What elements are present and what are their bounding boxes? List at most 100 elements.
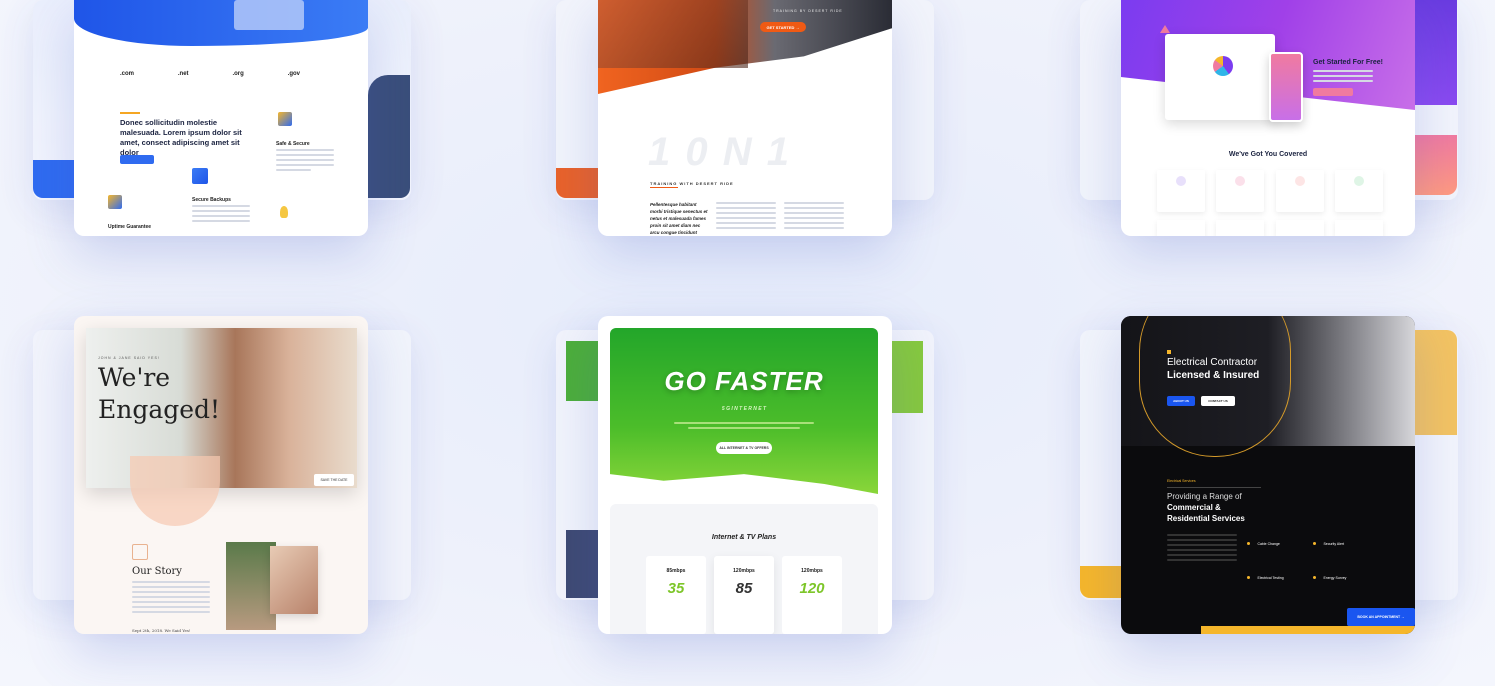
electric-bold-line: Commercial & [1167, 503, 1221, 512]
ghost-accent [566, 530, 598, 598]
electric-bold-line: Residential Services [1167, 514, 1245, 523]
isp-plans-title: Internet & TV Plans [711, 534, 777, 541]
feature-title: Secure Backups [192, 197, 231, 203]
hosting-eyebrow [120, 112, 140, 114]
trainer-quote: Pellentesque habitant morbi tristique se… [650, 202, 708, 235]
feature-title: Uptime Guarantee [108, 224, 152, 230]
saas-phone-mockup [1269, 52, 1303, 122]
ghost-accent [33, 160, 75, 198]
ghost-accent [556, 168, 598, 198]
saas-dashboard-mockup [1165, 34, 1275, 120]
template-card-saas[interactable]: Get Started For Free! We've Got You Cove… [1121, 0, 1415, 236]
isp-plan-speed: 120mbps [733, 568, 755, 574]
electric-headline-line: Electrical Contractor [1167, 357, 1258, 368]
shield-icon [278, 112, 292, 126]
trainer-body-text [784, 202, 844, 232]
template-card-trainer[interactable]: GET STARTED → TRAINING BY DESERT RIDE 1 … [598, 0, 892, 236]
electric-providing: Providing a Range of [1167, 492, 1242, 501]
isp-plan-card[interactable]: 120mbps 85 [714, 556, 774, 634]
wedding-eyebrow: JOHN & JANE SAID YES! [98, 356, 160, 360]
ghost-accent [368, 75, 410, 198]
trainer-hero-photo [598, 0, 748, 68]
domain-tld: .org [232, 71, 244, 77]
wedding-story-icon [132, 544, 148, 560]
hosting-cta-button[interactable] [120, 155, 154, 164]
saas-feature-box [1157, 170, 1205, 212]
isp-hero-text [674, 422, 814, 432]
isp-plan-row: 85mbps 35 120mbps 85 120mbps 120 [646, 556, 842, 634]
wedding-headline: We're Engaged! [98, 362, 220, 426]
ghost-accent [566, 341, 598, 401]
wedding-photo-1 [226, 542, 276, 630]
saas-feature-box [1275, 220, 1324, 236]
saas-feature-box [1334, 170, 1383, 212]
electric-eyebrow-mark [1167, 350, 1171, 354]
electric-gold-strip [1201, 626, 1415, 634]
wedding-headline-line: Engaged! [98, 395, 221, 424]
electric-gold-arc [1139, 316, 1291, 457]
isp-plan-card[interactable]: 120mbps 120 [782, 556, 842, 634]
wedding-story-title: Our Story [132, 566, 182, 577]
backup-icon [192, 168, 208, 184]
saas-feature-row [1157, 170, 1383, 212]
saas-triangle [1160, 25, 1170, 33]
bulb-icon [280, 206, 288, 218]
feature-text [192, 205, 250, 225]
template-card-hosting[interactable]: .com .net .org .gov Donec sollicitudin m… [74, 0, 368, 236]
saas-text [1313, 70, 1373, 85]
electric-service-label: Electrical Testing [1257, 576, 1284, 580]
wedding-photo-2 [270, 546, 318, 614]
electric-service: Energy Survey [1313, 566, 1346, 584]
electric-appointment-button[interactable]: BOOK AN APPOINTMENT → [1347, 608, 1415, 626]
template-card-wedding[interactable]: JOHN & JANE SAID YES! We're Engaged! SAV… [74, 316, 368, 634]
saas-feature-box [1216, 170, 1265, 212]
ghost-accent [1080, 566, 1122, 598]
feature-icon [1235, 176, 1246, 186]
uptime-icon [108, 195, 122, 209]
domain-tld: .com [120, 71, 135, 77]
electric-contact-button[interactable]: CONTACT US [1201, 396, 1235, 406]
saas-feature-box [1334, 220, 1383, 236]
saas-feature-box [1157, 220, 1205, 236]
electric-service: Security Alert [1313, 532, 1344, 550]
wedding-story-date: Sept 2th, 2018. We Said Yes! [132, 628, 191, 633]
electric-body-text [1167, 534, 1237, 564]
check-icon [1247, 542, 1250, 545]
hosting-hero-wave [74, 0, 368, 46]
electric-headline: Electrical Contractor Licensed & Insured [1167, 356, 1259, 382]
trainer-big-title: 1 0 N 1 [648, 130, 791, 174]
feature-icon [1353, 176, 1364, 186]
template-card-isp[interactable]: GO FASTER 5 G I N T E R N E T ALL INTERN… [598, 316, 892, 634]
feature-title: Safe & Secure [276, 141, 310, 147]
electric-section-eyebrow: Electrical Services [1167, 479, 1196, 483]
electric-service-label: Energy Survey [1323, 576, 1347, 580]
isp-plan-card[interactable]: 85mbps 35 [646, 556, 706, 634]
ghost-accent [1415, 135, 1457, 195]
wedding-story-text [132, 581, 210, 616]
electric-about-button[interactable]: ABOUT US [1167, 396, 1195, 406]
saas-donut [1213, 56, 1233, 76]
hosting-hero-device [234, 0, 304, 30]
ghost-accent [1415, 0, 1457, 105]
saas-feature-row [1157, 220, 1383, 236]
isp-plan-speed: 120mbps [801, 568, 823, 574]
electric-service: Cable Change [1247, 532, 1280, 550]
electric-service: Electrical Testing [1247, 566, 1284, 584]
saas-feature-box [1275, 170, 1324, 212]
saas-feature-box [1216, 220, 1265, 236]
check-icon [1313, 542, 1316, 545]
wedding-headline-line: We're [98, 363, 171, 392]
check-icon [1313, 576, 1316, 579]
trainer-body-text [716, 202, 776, 232]
trainer-cta-button[interactable]: GET STARTED → [760, 22, 806, 32]
template-card-electric[interactable]: Electrical Contractor Licensed & Insured… [1121, 316, 1415, 634]
isp-plan-price: 85 [735, 580, 753, 597]
electric-service-label: Security Alert [1323, 542, 1345, 546]
isp-cta-button[interactable]: ALL INTERNET & TV OFFERS [716, 442, 772, 454]
wedding-rsvp-button[interactable]: SAVE THE DATE [314, 474, 354, 486]
isp-hero-title: GO FASTER [664, 366, 824, 396]
trainer-sub: TRAINING WITH DESERT RIDE [650, 181, 734, 186]
saas-cta-button[interactable] [1313, 88, 1353, 96]
feature-icon [1294, 176, 1305, 186]
hosting-domain-list: .com .net .org .gov [120, 71, 300, 77]
